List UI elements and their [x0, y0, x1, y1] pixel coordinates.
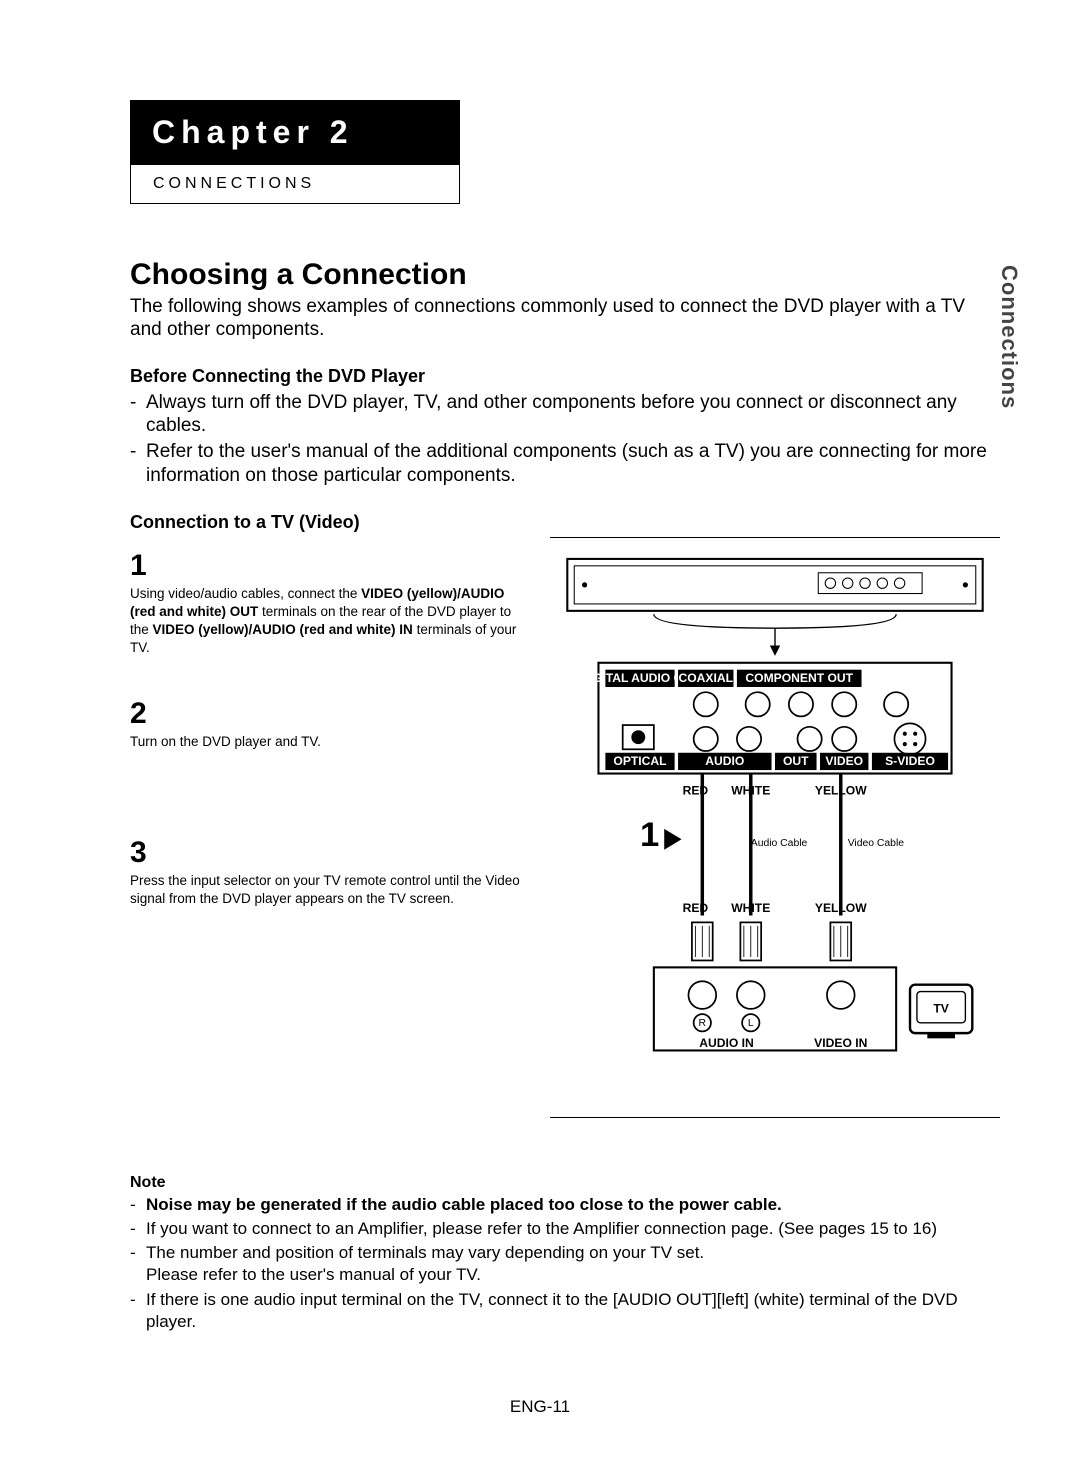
side-tab: Connections — [996, 265, 1022, 409]
step-body: Using video/audio cables, connect the VI… — [130, 585, 530, 658]
svg-text:L: L — [748, 1018, 754, 1029]
svg-text:AUDIO IN: AUDIO IN — [699, 1036, 754, 1050]
connection-diagram: DIGITAL AUDIO OUT COAXIAL COMPONENT OUT … — [550, 537, 1000, 1119]
svg-text:RED: RED — [683, 901, 709, 915]
section-title: Choosing a Connection — [130, 258, 1000, 292]
diagram-svg: DIGITAL AUDIO OUT COAXIAL COMPONENT OUT … — [550, 552, 1000, 1089]
before-list: -Always turn off the DVD player, TV, and… — [130, 391, 1000, 488]
note-list: -Noise may be generated if the audio cab… — [130, 1194, 1000, 1333]
steps-column: 1 Using video/audio cables, connect the … — [130, 537, 530, 909]
before-item: Refer to the user's manual of the additi… — [146, 440, 1000, 488]
note-bold: Noise may be generated if the audio cabl… — [146, 1195, 782, 1214]
section-intro: The following shows examples of connecti… — [130, 296, 1000, 342]
svg-text:WHITE: WHITE — [731, 901, 770, 915]
before-heading: Before Connecting the DVD Player — [130, 366, 1000, 387]
svg-text:YELLOW: YELLOW — [815, 901, 867, 915]
step-body: Press the input selector on your TV remo… — [130, 872, 530, 908]
svg-text:1: 1 — [640, 816, 659, 854]
before-item: Always turn off the DVD player, TV, and … — [146, 391, 1000, 439]
note-item: If you want to connect to an Amplifier, … — [146, 1218, 937, 1240]
note-heading: Note — [130, 1174, 1000, 1192]
svg-text:Video Cable: Video Cable — [848, 838, 905, 849]
svg-text:COMPONENT OUT: COMPONENT OUT — [745, 670, 853, 684]
svg-text:VIDEO IN: VIDEO IN — [814, 1036, 867, 1050]
svg-text:S-VIDEO: S-VIDEO — [885, 753, 935, 767]
note-item: If there is one audio input terminal on … — [146, 1289, 1000, 1333]
note-item: The number and position of terminals may… — [146, 1242, 704, 1286]
svg-text:OPTICAL: OPTICAL — [613, 753, 667, 767]
svg-text:TV: TV — [933, 1001, 948, 1015]
step-number: 2 — [130, 697, 530, 731]
svg-text:R: R — [699, 1018, 707, 1029]
chapter-subtitle: CONNECTIONS — [130, 163, 460, 204]
svg-text:OUT: OUT — [783, 753, 809, 767]
chapter-title: Chapter 2 — [130, 100, 460, 163]
step-body: Turn on the DVD player and TV. — [130, 733, 530, 751]
connection-heading: Connection to a TV (Video) — [130, 512, 1000, 533]
page-number: ENG-11 — [0, 1397, 1080, 1417]
svg-text:Audio Cable: Audio Cable — [751, 838, 808, 849]
svg-text:VIDEO: VIDEO — [825, 753, 863, 767]
step-number: 3 — [130, 836, 530, 870]
svg-text:COAXIAL: COAXIAL — [679, 670, 734, 684]
svg-text:AUDIO: AUDIO — [705, 753, 744, 767]
step-number: 1 — [130, 549, 530, 583]
svg-text:RED: RED — [683, 783, 709, 797]
chapter-header: Chapter 2 CONNECTIONS — [130, 100, 460, 204]
